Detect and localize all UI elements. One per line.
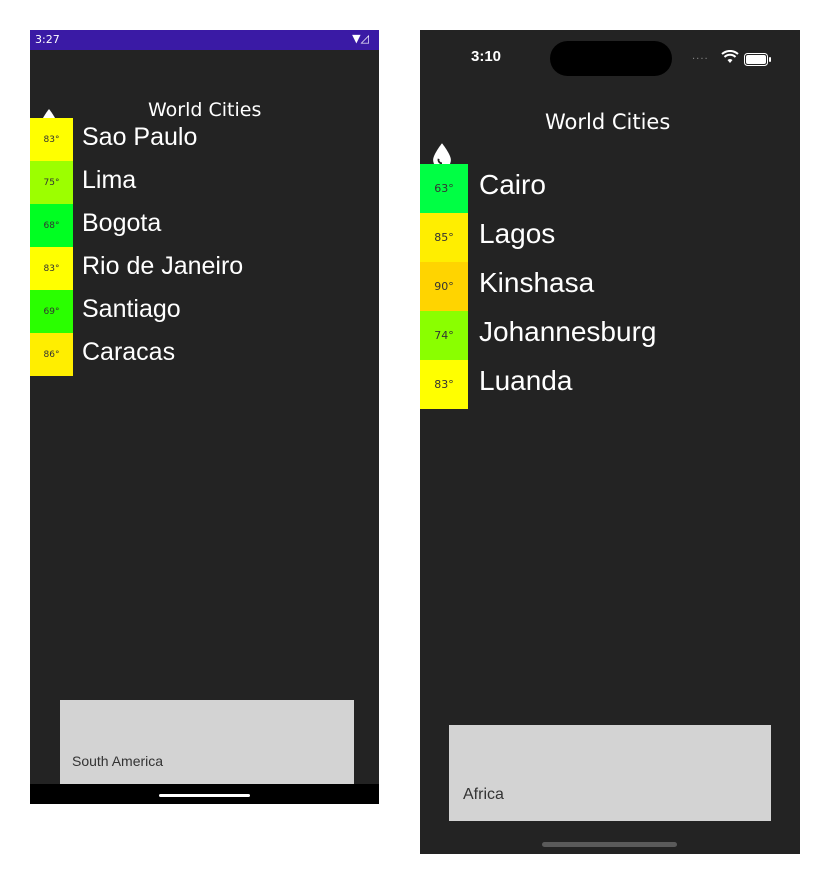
city-name: Kinshasa <box>479 267 595 298</box>
city-row[interactable]: 69° Santiago <box>30 290 379 333</box>
region-footer[interactable]: Africa <box>449 725 771 821</box>
page-title: World Cities <box>545 110 671 134</box>
temperature-badge: 68° <box>30 204 73 247</box>
city-name: Rio de Janeiro <box>82 252 244 280</box>
wifi-icon <box>721 49 739 68</box>
region-footer[interactable]: South America <box>60 700 354 784</box>
region-label: South America <box>72 753 164 769</box>
city-row[interactable]: 83° Luanda <box>420 360 800 409</box>
battery-icon <box>744 51 772 70</box>
city-row[interactable]: 63° Cairo <box>420 164 800 213</box>
temperature-badge: 74° <box>420 311 468 360</box>
city-name: Cairo <box>479 169 546 200</box>
city-name: Luanda <box>479 365 573 396</box>
android-phone: 3:27 ▼◿ World Cities 83° Sao Paulo 75° Lima… <box>30 30 379 804</box>
city-name: Caracas <box>82 338 176 366</box>
city-name: Santiago <box>82 295 181 323</box>
city-name: Sao Paulo <box>82 123 198 151</box>
city-row[interactable]: 86° Caracas <box>30 333 379 376</box>
temperature-badge: 85° <box>420 213 468 262</box>
city-row[interactable]: 68° Bogota <box>30 204 379 247</box>
home-indicator[interactable] <box>542 842 677 847</box>
temperature-badge: 90° <box>420 262 468 311</box>
city-row[interactable]: 74° Johannesburg <box>420 311 800 360</box>
temperature-badge: 83° <box>420 360 468 409</box>
android-nav-bar <box>30 784 379 804</box>
city-row[interactable]: 83° Sao Paulo <box>30 118 379 161</box>
ios-phone: 3:10 .... World Cities 63° Cairo 85° Lag… <box>420 30 800 854</box>
ios-status-bar: 3:10 .... <box>420 30 800 84</box>
region-label: Africa <box>463 786 504 803</box>
status-time: 3:27 <box>35 33 60 46</box>
city-name: Bogota <box>82 209 162 237</box>
city-row[interactable]: 75° Lima <box>30 161 379 204</box>
temperature-badge: 63° <box>420 164 468 213</box>
city-name: Lima <box>82 166 137 194</box>
temperature-badge: 69° <box>30 290 73 333</box>
signal-icon: .... <box>692 51 709 62</box>
city-row[interactable]: 83° Rio de Janeiro <box>30 247 379 290</box>
dynamic-island <box>550 41 672 76</box>
android-status-bar: 3:27 ▼◿ <box>30 30 379 50</box>
gesture-handle[interactable] <box>159 794 250 797</box>
signal-icon: ▼◿ <box>352 32 369 45</box>
temperature-badge: 86° <box>30 333 73 376</box>
status-time: 3:10 <box>471 48 502 65</box>
city-name: Lagos <box>479 218 556 249</box>
city-row[interactable]: 85° Lagos <box>420 213 800 262</box>
city-name: Johannesburg <box>479 316 657 347</box>
city-row[interactable]: 90° Kinshasa <box>420 262 800 311</box>
temperature-badge: 75° <box>30 161 73 204</box>
temperature-badge: 83° <box>30 118 73 161</box>
temperature-badge: 83° <box>30 247 73 290</box>
